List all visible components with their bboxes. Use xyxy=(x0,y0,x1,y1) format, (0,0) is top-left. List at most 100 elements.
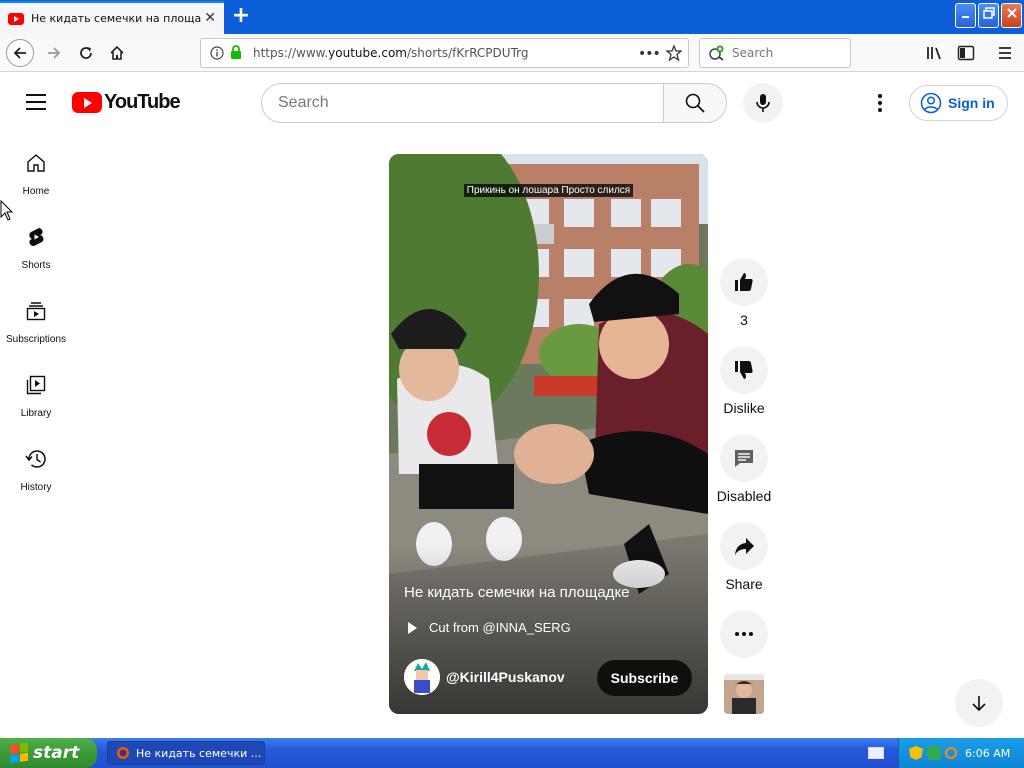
youtube-search-input[interactable]: Search xyxy=(261,83,664,123)
guide-label-subscriptions: Subscriptions xyxy=(5,334,67,345)
next-short-button[interactable] xyxy=(955,679,1003,727)
browser-search-field[interactable]: Search xyxy=(699,38,851,68)
youtube-favicon-icon xyxy=(8,12,24,25)
guide-label-library: Library xyxy=(20,408,52,419)
more-horizontal-icon xyxy=(735,632,753,636)
page-actions-icon[interactable]: ••• xyxy=(638,46,661,62)
shorts-icon xyxy=(29,228,44,247)
short-title[interactable]: Не кидать семечки на площадке xyxy=(404,584,630,601)
guide-item-subscriptions[interactable]: Subscriptions xyxy=(0,290,72,360)
reload-button[interactable] xyxy=(72,39,100,67)
clock: 6:06 AM xyxy=(965,746,1011,760)
subscribe-button[interactable]: Subscribe xyxy=(597,660,692,696)
library-icon xyxy=(26,375,46,395)
like-count: 3 xyxy=(740,312,748,328)
start-button[interactable]: start xyxy=(0,738,97,768)
restore-icon xyxy=(982,7,995,19)
account-icon xyxy=(920,92,942,114)
home-icon xyxy=(27,154,45,172)
keyboard-layout-icon[interactable] xyxy=(868,747,884,759)
back-arrow-icon xyxy=(13,47,26,59)
channel-name[interactable]: @Kirill4Puskanov xyxy=(446,669,565,685)
guide-item-shorts[interactable]: Shorts xyxy=(0,216,72,286)
sidebar-toggle-icon[interactable] xyxy=(957,45,975,61)
system-tray: 6:06 AM xyxy=(898,738,1024,768)
guide-label-home: Home xyxy=(22,186,50,197)
video-overlay-caption: Прикинь он лошара Просто слился xyxy=(389,178,708,197)
guide-menu-icon[interactable] xyxy=(26,94,46,110)
info-icon xyxy=(210,46,224,60)
short-video-player[interactable]: Прикинь он лошара Просто слился Не кидат… xyxy=(389,154,708,714)
youtube-masthead: YouTube Search Sign in xyxy=(0,72,1024,132)
sound-thumbnail[interactable] xyxy=(724,674,764,714)
arrow-down-icon xyxy=(972,696,986,712)
youtube-logo[interactable]: YouTube xyxy=(72,91,181,114)
home-icon xyxy=(110,45,124,60)
forward-button[interactable] xyxy=(40,39,68,67)
share-label: Share xyxy=(725,576,763,592)
security-shield-icon[interactable] xyxy=(909,746,923,760)
bookmark-star-icon[interactable] xyxy=(666,45,682,61)
reload-icon xyxy=(80,47,92,59)
thumbs-down-icon xyxy=(735,361,753,379)
url-text: https://www.youtube.com/shorts/fKrRCPDUT… xyxy=(253,46,529,60)
new-tab-button[interactable]: + xyxy=(230,4,252,28)
play-icon xyxy=(408,621,417,634)
search-tray-icon[interactable] xyxy=(945,747,957,759)
taskbar-window-title: Не кидать семечки ... xyxy=(136,746,262,760)
sign-in-button[interactable]: Sign in xyxy=(909,85,1008,121)
start-label: start xyxy=(33,743,80,763)
sound-thumbnail-image xyxy=(724,674,764,714)
comment-icon xyxy=(735,450,753,467)
windows-taskbar: start Не кидать семечки ... 6:06 AM xyxy=(0,738,1024,768)
guide-item-library[interactable]: Library xyxy=(0,364,72,434)
guide-label-shorts: Shorts xyxy=(21,260,51,271)
browser-search-placeholder: Search xyxy=(732,46,774,60)
search-engine-icon xyxy=(709,45,724,61)
comments-button[interactable] xyxy=(720,434,768,482)
like-button[interactable] xyxy=(720,258,768,306)
voice-search-button[interactable] xyxy=(743,83,783,123)
forward-arrow-icon xyxy=(48,47,61,59)
history-icon xyxy=(25,450,46,468)
network-icon[interactable] xyxy=(927,746,941,760)
thumbs-up-icon xyxy=(735,273,753,291)
windows-logo-icon xyxy=(10,742,28,764)
restore-button[interactable] xyxy=(978,3,999,28)
library-toolbar-icon[interactable] xyxy=(926,45,944,61)
home-button[interactable] xyxy=(103,39,131,67)
browser-toolbar: https://www.youtube.com/shorts/fKrRCPDUT… xyxy=(0,34,1024,72)
subscriptions-icon xyxy=(26,302,46,321)
hamburger-menu-icon[interactable] xyxy=(997,45,1013,61)
avatar-image xyxy=(404,659,440,695)
microphone-icon xyxy=(756,94,770,112)
share-button[interactable] xyxy=(720,522,768,570)
channel-avatar[interactable] xyxy=(404,659,440,695)
lock-icon xyxy=(231,45,241,59)
youtube-logo-text: YouTube xyxy=(104,91,181,113)
settings-more-icon[interactable] xyxy=(872,91,888,115)
search-icon xyxy=(685,93,705,113)
mouse-cursor-icon xyxy=(0,200,14,221)
more-actions-button[interactable] xyxy=(720,610,768,658)
url-bar[interactable]: https://www.youtube.com/shorts/fKrRCPDUT… xyxy=(200,38,689,68)
browser-tab[interactable]: Не кидать семечки на площадке ✕ xyxy=(0,1,224,34)
close-icon xyxy=(1006,8,1017,18)
tab-title: Не кидать семечки на площадке xyxy=(31,12,201,25)
comments-label: Disabled xyxy=(716,488,772,504)
window-close-button[interactable] xyxy=(1001,3,1022,28)
youtube-play-logo-icon xyxy=(72,92,102,113)
dislike-label: Dislike xyxy=(723,400,765,416)
taskbar-window-button[interactable]: Не кидать семечки ... xyxy=(107,741,265,765)
youtube-search-button[interactable] xyxy=(663,83,727,123)
guide-label-history: History xyxy=(20,482,52,493)
minimize-button[interactable] xyxy=(955,3,976,28)
dislike-button[interactable] xyxy=(720,346,768,394)
tab-close-icon[interactable]: ✕ xyxy=(204,10,216,26)
share-icon xyxy=(735,538,754,555)
sign-in-label: Sign in xyxy=(948,95,995,111)
guide-item-history[interactable]: History xyxy=(0,438,72,508)
minimize-icon xyxy=(961,16,969,18)
cut-from-link[interactable]: Cut from @INNA_SERG xyxy=(404,620,571,635)
back-button[interactable] xyxy=(6,39,34,67)
